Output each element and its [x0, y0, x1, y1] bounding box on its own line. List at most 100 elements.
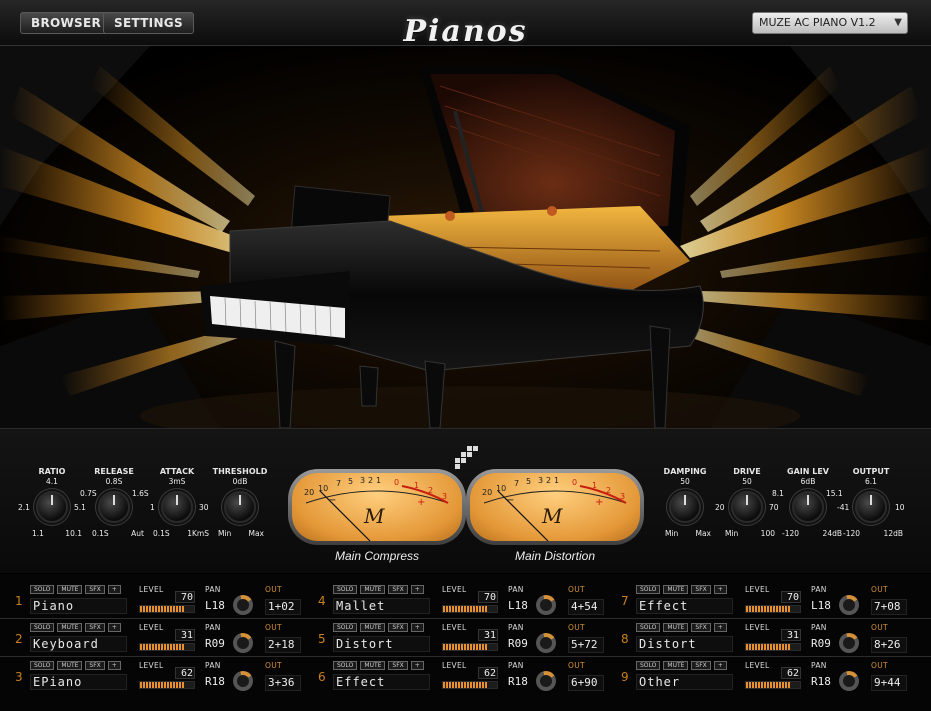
add-button[interactable]: + — [410, 661, 424, 670]
channel-name[interactable]: Other — [636, 674, 733, 690]
mute-button[interactable]: MUTE — [360, 585, 386, 594]
solo-button[interactable]: SOLO — [30, 623, 55, 632]
level-value[interactable]: 31 — [478, 629, 498, 641]
solo-button[interactable]: SOLO — [30, 585, 55, 594]
pan-knob[interactable] — [536, 633, 556, 653]
level-meter[interactable] — [745, 605, 801, 613]
channel-name[interactable]: Effect — [333, 674, 430, 690]
sfx-button[interactable]: SFX — [85, 623, 105, 632]
solo-button[interactable]: SOLO — [636, 661, 661, 670]
output-value[interactable]: 6+90 — [568, 675, 604, 691]
vu-scale-label: 2 — [606, 486, 611, 495]
mute-button[interactable]: MUTE — [663, 623, 689, 632]
pan-knob[interactable] — [839, 595, 859, 615]
channel-strip-9: 9 SOLO MUTE SFX + Other LEVEL 62 PAN R18 OU… — [606, 661, 907, 697]
level-meter[interactable] — [442, 605, 498, 613]
pan-knob[interactable] — [233, 633, 253, 653]
channel-name[interactable]: Distort — [636, 636, 733, 652]
output-value[interactable]: 9+44 — [871, 675, 907, 691]
mute-button[interactable]: MUTE — [663, 585, 689, 594]
channel-number: 7 — [621, 594, 629, 608]
mute-button[interactable]: MUTE — [57, 585, 83, 594]
output-value[interactable]: 1+02 — [265, 599, 301, 615]
channel-name[interactable]: Distort — [333, 636, 430, 652]
level-value[interactable]: 62 — [781, 667, 801, 679]
output-value[interactable]: 4+54 — [568, 599, 604, 615]
level-value[interactable]: 70 — [478, 591, 498, 603]
add-button[interactable]: + — [107, 623, 121, 632]
mute-button[interactable]: MUTE — [360, 661, 386, 670]
sfx-button[interactable]: SFX — [691, 661, 711, 670]
knob-max-label: Max — [695, 529, 711, 538]
output-value[interactable]: 3+36 — [265, 675, 301, 691]
knob-min-label: 0.1S — [153, 529, 170, 538]
sfx-button[interactable]: SFX — [388, 623, 408, 632]
add-button[interactable]: + — [713, 661, 727, 670]
mute-button[interactable]: MUTE — [663, 661, 689, 670]
solo-button[interactable]: SOLO — [30, 661, 55, 670]
solo-button[interactable]: SOLO — [333, 661, 358, 670]
add-button[interactable]: + — [713, 623, 727, 632]
level-meter[interactable] — [745, 643, 801, 651]
ratio-knob[interactable] — [36, 491, 68, 523]
add-button[interactable]: + — [410, 623, 424, 632]
level-meter-fill — [443, 606, 488, 612]
pan-knob[interactable] — [233, 671, 253, 691]
level-meter[interactable] — [442, 681, 498, 689]
level-meter[interactable] — [745, 681, 801, 689]
channel-name[interactable]: EPiano — [30, 674, 127, 690]
level-meter[interactable] — [139, 643, 195, 651]
add-button[interactable]: + — [107, 661, 121, 670]
channel-strip-3: 3 SOLO MUTE SFX + EPiano LEVEL 62 PAN R18 O… — [0, 661, 301, 697]
level-value[interactable]: 70 — [781, 591, 801, 603]
pan-knob[interactable] — [839, 671, 859, 691]
pan-knob[interactable] — [536, 671, 556, 691]
level-value[interactable]: 62 — [478, 667, 498, 679]
pan-knob[interactable] — [839, 633, 859, 653]
threshold-knob[interactable] — [224, 491, 256, 523]
damping-knob-group: DAMPING 50 Min Max — [655, 467, 715, 551]
output-value[interactable]: 8+26 — [871, 637, 907, 653]
channel-name[interactable]: Effect — [636, 598, 733, 614]
sfx-button[interactable]: SFX — [691, 623, 711, 632]
preset-dropdown[interactable]: MUZE AC PIANO V1.2 ▼ — [752, 12, 908, 34]
channel-name[interactable]: Mallet — [333, 598, 430, 614]
sfx-button[interactable]: SFX — [691, 585, 711, 594]
grid-icon[interactable] — [455, 446, 479, 470]
solo-button[interactable]: SOLO — [333, 623, 358, 632]
channel-name[interactable]: Keyboard — [30, 636, 127, 652]
sfx-button[interactable]: SFX — [85, 585, 105, 594]
add-button[interactable]: + — [410, 585, 424, 594]
drive-knob[interactable] — [731, 491, 763, 523]
solo-button[interactable]: SOLO — [333, 585, 358, 594]
level-meter[interactable] — [442, 643, 498, 651]
release-knob[interactable] — [98, 491, 130, 523]
channel-name[interactable]: Piano — [30, 598, 127, 614]
level-value[interactable]: 31 — [175, 629, 195, 641]
level-value[interactable]: 62 — [175, 667, 195, 679]
level-value[interactable]: 31 — [781, 629, 801, 641]
mute-button[interactable]: MUTE — [57, 623, 83, 632]
mute-button[interactable]: MUTE — [57, 661, 83, 670]
attack-knob[interactable] — [161, 491, 193, 523]
sfx-button[interactable]: SFX — [388, 661, 408, 670]
level-meter[interactable] — [139, 605, 195, 613]
mute-button[interactable]: MUTE — [360, 623, 386, 632]
damping-knob[interactable] — [669, 491, 701, 523]
solo-button[interactable]: SOLO — [636, 623, 661, 632]
pan-knob[interactable] — [233, 595, 253, 615]
channel-strip-4: 4 SOLO MUTE SFX + Mallet LEVEL 70 PAN L18 O… — [303, 585, 604, 621]
output-value[interactable]: 5+72 — [568, 637, 604, 653]
level-meter[interactable] — [139, 681, 195, 689]
output-value[interactable]: 7+08 — [871, 599, 907, 615]
level-value[interactable]: 70 — [175, 591, 195, 603]
gain-level-knob[interactable] — [792, 491, 824, 523]
output-value[interactable]: 2+18 — [265, 637, 301, 653]
add-button[interactable]: + — [713, 585, 727, 594]
output-knob[interactable] — [855, 491, 887, 523]
sfx-button[interactable]: SFX — [85, 661, 105, 670]
add-button[interactable]: + — [107, 585, 121, 594]
solo-button[interactable]: SOLO — [636, 585, 661, 594]
pan-knob[interactable] — [536, 595, 556, 615]
sfx-button[interactable]: SFX — [388, 585, 408, 594]
